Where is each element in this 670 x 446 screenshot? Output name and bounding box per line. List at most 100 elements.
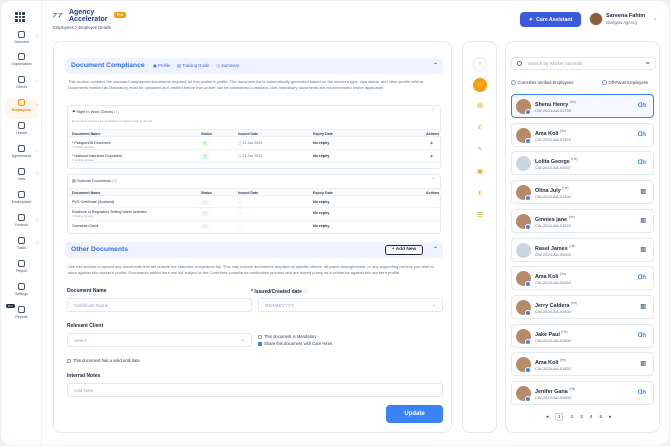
doc-name-text: * National Insurance Document	[72, 153, 122, 158]
table-row[interactable]: Evidence of Regulatory Setting where sel…	[68, 208, 442, 221]
page-1[interactable]: 1	[555, 413, 564, 421]
optional-heading[interactable]: ▤ Optional Documents (3)	[72, 178, 117, 183]
sidebar-item-payroll[interactable]: Payroll	[5, 260, 38, 280]
sidebar-item-reports[interactable]: Reports Pro	[5, 304, 38, 326]
collapse-chevron-icon[interactable]: ⌃	[433, 246, 438, 253]
table-row[interactable]: * National Insurance Document 1 Visible U…	[68, 151, 442, 163]
optional-table-header: Document Name Status Issued Date Expiry …	[68, 188, 442, 196]
worker-card[interactable]: Jenifer Gana (He) CW-2024-AA-01600 ᗡh	[511, 381, 654, 405]
sidebar-item-settings[interactable]: Settings	[5, 283, 38, 303]
radio-dot	[511, 80, 516, 85]
sidebar-item-employees[interactable]: Employees ›	[5, 99, 38, 119]
valid-until-checkbox[interactable]: This document has a valid until date	[67, 358, 140, 363]
page-5[interactable]: 5	[599, 415, 602, 420]
rtw-table-header: Document Name Status Issued Date Expiry …	[68, 129, 442, 137]
avatar[interactable]	[589, 12, 603, 26]
pen-icon[interactable]: ✎	[473, 144, 487, 158]
sidebar-item-marketplace[interactable]: Marketplace	[5, 191, 38, 211]
worker-card[interactable]: Jake Paul (He) CW-2024-AA-01600 ᗡh	[511, 323, 654, 348]
worker-card[interactable]: Jerry Caldera (He) CW-2024-AA-01600 ▥	[511, 294, 654, 319]
issued-date-input[interactable]: DD/MM/YYYY ⌄	[258, 298, 443, 312]
status-badge: ✓	[201, 153, 209, 159]
care-assistant-button[interactable]: ✦ Care Assistant	[520, 12, 581, 27]
share-checkbox[interactable]: Share this document with Care Hires	[258, 341, 332, 346]
document-icon[interactable]: ▤	[473, 100, 487, 114]
settings-icon	[18, 283, 25, 290]
sidebar-item-label: Agreements	[11, 154, 32, 158]
optional-documents-card: ▤ Optional Documents (3) ⌃ Document Name…	[67, 174, 442, 234]
page-3[interactable]: 3	[580, 415, 583, 420]
worker-search-input[interactable]: Search by Worker name/ID ⚌	[511, 57, 656, 70]
apps-grid-icon[interactable]	[15, 12, 25, 22]
verified-badge-icon	[525, 281, 531, 288]
info-icon[interactable]: i	[473, 57, 487, 71]
doc-name: * National Insurance Document 1 Visible U…	[72, 154, 122, 163]
sidebar-item-label: Leaves	[15, 131, 28, 135]
certificate-name-input[interactable]: Certificate Name	[67, 298, 252, 312]
next-page-icon[interactable]: ▸	[609, 415, 611, 420]
table-row[interactable]: Overseas Check ○ — No expiry	[68, 221, 442, 232]
worker-card[interactable]: Ama Koli (He) CW-2024-AA-01552 ᗡh	[511, 122, 654, 147]
tab-profile[interactable]: ▣ Profile	[153, 63, 170, 68]
sidebar-item-tasks[interactable]: Tasks ›	[5, 237, 38, 257]
page-4[interactable]: 4	[590, 415, 593, 420]
mandatory-checkbox[interactable]: This document is Mandatory	[258, 334, 317, 339]
tab-training-guide[interactable]: ▤ Training Guide	[177, 63, 209, 68]
worker-card[interactable]: Lolita George (He) CW-2024-AA-01537 ᗡh	[511, 151, 654, 176]
compliance-description: This section contains the standard compl…	[68, 79, 425, 90]
col-expiry-date: Expiry Date	[313, 190, 333, 195]
tab-summary[interactable]: ◷ Summary	[216, 63, 239, 68]
internal-notes-input[interactable]: Add Note	[67, 383, 443, 397]
worker-card[interactable]: Rasel James (He) CW-2024-AA-00002 ▥	[511, 237, 654, 262]
page-2[interactable]: 2	[570, 415, 573, 420]
view-icon[interactable]: ◉	[430, 141, 433, 145]
folder-icon[interactable]: ▭	[473, 78, 487, 92]
table-row[interactable]: * Passport/ID Document 1 Visible Upload ✓…	[68, 138, 442, 150]
worker-card[interactable]: Olina July (He) CW-2024-AA-01534 ▥	[511, 180, 654, 205]
worker-card[interactable]: Ama Koli (He) CW-2024-AA-01552 ▥	[511, 352, 654, 377]
chevron-up-icon[interactable]: ⌃	[431, 108, 435, 114]
pound-icon[interactable]: £	[473, 188, 487, 202]
filter-icon[interactable]: ⚌	[646, 60, 650, 66]
phone-icon[interactable]: ✆	[473, 122, 487, 136]
table-row[interactable]: PVG Certificate (Scotland) ○ — No expiry	[68, 197, 442, 208]
verified-badge-icon	[525, 367, 531, 374]
worker-card[interactable]: Shenu Henry (He) CW-2024-AA-01755 ᗡh	[511, 94, 654, 118]
prev-page-icon[interactable]: ◂	[546, 415, 548, 420]
update-button[interactable]: Update	[386, 405, 443, 423]
worker-card[interactable]: Ginnies jane (He) CW-2024-AA-01522 ▥	[511, 208, 654, 233]
worker-name-text: Ama Koli	[535, 130, 559, 137]
briefcase-icon[interactable]: ▣	[473, 166, 487, 180]
worker-name-text: Olina July	[535, 187, 561, 194]
sidebar-item-jobs[interactable]: Jobs ›	[5, 168, 38, 188]
view-icon[interactable]: ◉	[430, 154, 433, 158]
worker-pronoun: (He)	[571, 157, 578, 162]
worker-name-text: Shenu Henry	[535, 101, 569, 108]
collapse-chevron-icon[interactable]: ⌃	[433, 62, 438, 69]
sidebar-item-agreements[interactable]: Agreements ›	[5, 145, 38, 165]
worker-card[interactable]: Ama Koli (He) CW-2024-AA-01552 ᗡh	[511, 266, 654, 291]
sidebar-item-overview[interactable]: Overview ›	[5, 31, 38, 51]
worker-pronoun: (He)	[569, 387, 576, 391]
filter-offpanel-radio[interactable]: Off-Panel Employees	[602, 80, 648, 85]
worker-id: CW-2024-AA-01600	[535, 308, 571, 314]
list-icon[interactable]: ☰	[473, 210, 487, 224]
chevron-down-icon[interactable]: ⌄	[653, 16, 657, 22]
relevant-client-select[interactable]: Select ⌄	[67, 333, 252, 347]
rtw-heading[interactable]: ⚑ Right to Work Checks (1)	[72, 109, 119, 114]
doc-sub: 1 Visible Upload	[72, 214, 94, 218]
worker-name: Olina July (He)	[535, 186, 568, 194]
sidebar-item-organisation[interactable]: Organisation	[5, 53, 38, 73]
expiry-date: No expiry	[313, 140, 330, 145]
clients-icon	[18, 76, 25, 83]
sidebar-item-clients[interactable]: Clients ›	[5, 76, 38, 96]
filter-verified-radio[interactable]: CoreHires Verified Employees	[511, 80, 573, 85]
sidebar-item-leaves[interactable]: Leaves	[5, 122, 38, 142]
add-new-button[interactable]: + Add New	[385, 245, 423, 255]
compliance-header: Document Compliance ▣ Profile ▤ Training…	[65, 58, 443, 74]
worker-name: Jenifer Gana (He)	[535, 387, 575, 395]
chevron-up-icon[interactable]: ⌃	[431, 177, 435, 183]
breadcrumb[interactable]: Employees > Employee Details	[53, 25, 111, 30]
issued-date: ▢ 21 Jan 2024	[238, 153, 263, 158]
sidebar-item-finance[interactable]: Finance ›	[5, 214, 38, 234]
